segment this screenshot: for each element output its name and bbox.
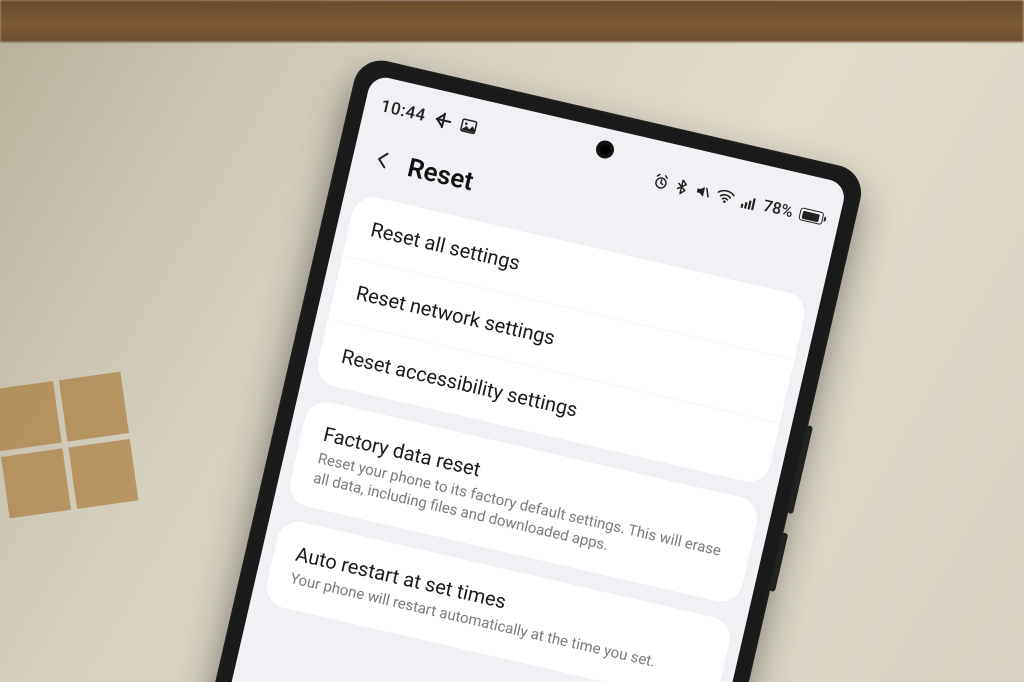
- phone-screen: 10:44: [141, 74, 848, 682]
- desk-edge: [0, 0, 1024, 42]
- back-button[interactable]: [363, 141, 402, 183]
- microsoft-logo: [0, 372, 138, 519]
- alarm-icon: [652, 172, 671, 191]
- signal-icon: [739, 192, 758, 211]
- wifi-icon: [715, 187, 736, 207]
- status-time: 10:44: [379, 96, 428, 126]
- bluetooth-icon: [674, 177, 689, 195]
- volume-button: [787, 425, 813, 514]
- phone-device: 10:44: [122, 55, 867, 682]
- picture-icon: [459, 116, 478, 135]
- battery-icon: [798, 207, 824, 225]
- slack-icon: [434, 110, 453, 129]
- page-title: Reset: [405, 153, 477, 197]
- mute-icon: [693, 181, 712, 200]
- power-button: [769, 532, 788, 592]
- battery-percent: 78%: [761, 196, 794, 221]
- photo-scene: 10:44: [0, 0, 1024, 682]
